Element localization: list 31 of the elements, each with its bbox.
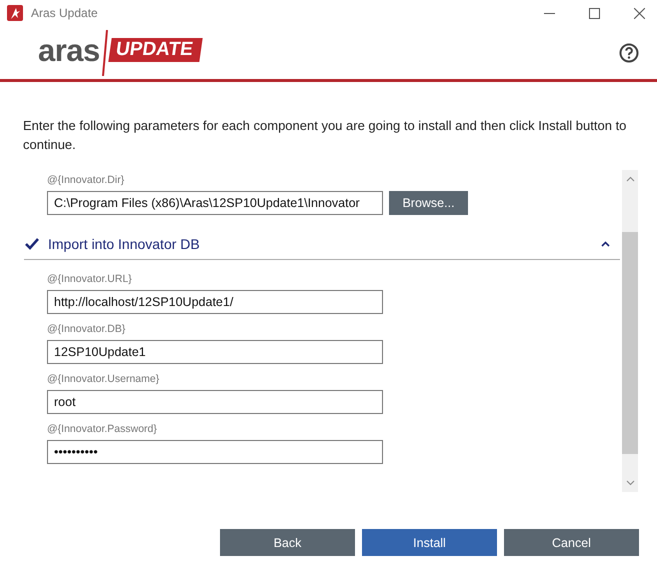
scroll-up-icon[interactable]	[626, 176, 634, 182]
field-label: @{Innovator.URL}	[47, 273, 133, 285]
window-title: Aras Update	[31, 6, 98, 20]
app-icon	[7, 5, 23, 21]
close-icon[interactable]	[634, 8, 645, 18]
logo-product: UPDATE	[108, 38, 202, 62]
field-label: @{Innovator.Dir}	[47, 174, 126, 186]
field-label: @{Innovator.DB}	[47, 323, 126, 335]
section-header[interactable]: Import into Innovator DB	[24, 228, 620, 260]
field-label: @{Innovator.Username}	[47, 373, 160, 385]
scrollbar-thumb[interactable]	[622, 232, 638, 454]
section-title: Import into Innovator DB	[48, 236, 200, 252]
help-icon[interactable]	[619, 42, 639, 62]
chevron-icon[interactable]	[601, 240, 610, 246]
input-field[interactable]: ••••••••••	[47, 440, 383, 464]
input-field[interactable]: 12SP10Update1	[47, 340, 383, 364]
input-field[interactable]: http://localhost/12SP10Update1/	[47, 290, 383, 314]
logo-slash-icon	[102, 30, 108, 76]
install-button[interactable]: Install	[362, 529, 497, 556]
scroll-down-icon[interactable]	[626, 480, 634, 486]
minimize-icon[interactable]	[544, 12, 555, 14]
input-field[interactable]: root	[47, 390, 383, 414]
browse-button[interactable]: Browse...	[389, 191, 468, 215]
field-label: @{Innovator.Password}	[47, 423, 158, 435]
scrollbar[interactable]	[622, 170, 638, 492]
action-button[interactable]: Back	[220, 529, 355, 556]
action-button[interactable]: Cancel	[504, 529, 639, 556]
path-field[interactable]: C:\Program Files (x86)\Aras\12SP10Update1\Innovator	[47, 191, 383, 215]
maximize-icon[interactable]	[589, 8, 600, 18]
instructions: Enter the following parameters for each component you are going to install and then click Install button to continue.	[23, 117, 628, 154]
logo-brand: aras	[38, 32, 100, 68]
